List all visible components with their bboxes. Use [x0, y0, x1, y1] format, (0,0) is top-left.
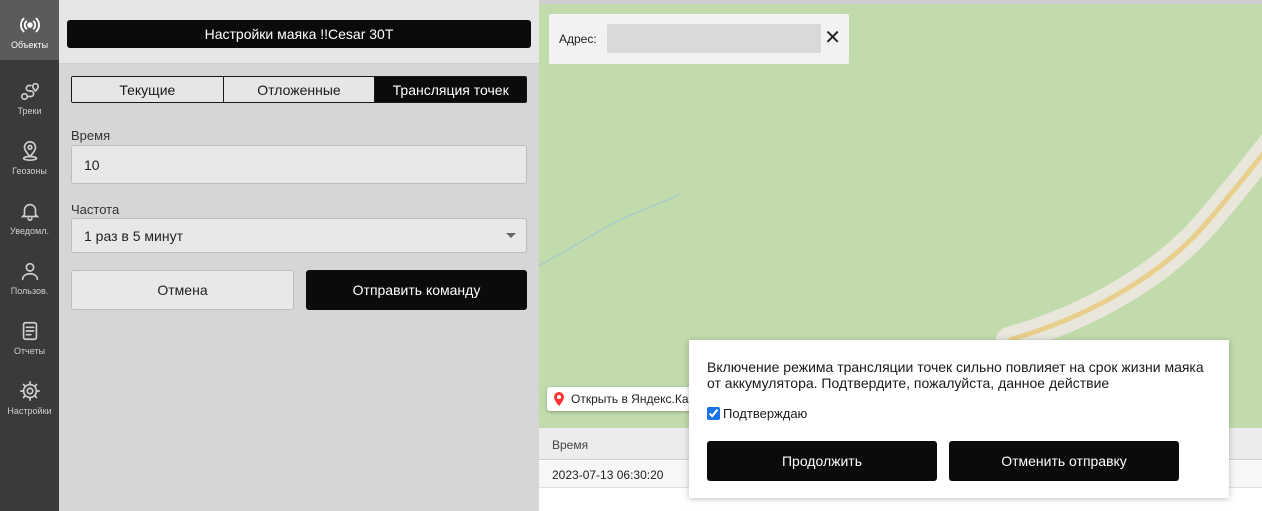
- sidebar: Объекты Треки Геозоны Уведомл. Пользов.: [0, 0, 59, 511]
- user-icon: [21, 262, 38, 281]
- tab-point-broadcast[interactable]: Трансляция точек: [375, 77, 526, 102]
- panel-title: Настройки маяка !!Cesar 30T: [67, 20, 531, 48]
- address-input[interactable]: [607, 24, 821, 53]
- time-label: Время: [71, 128, 111, 143]
- tab-deferred[interactable]: Отложенные: [223, 77, 376, 102]
- time-input[interactable]: 10: [71, 145, 527, 184]
- frequency-select[interactable]: 1 раз в 5 минут: [71, 218, 527, 253]
- sidebar-item-label: Треки: [17, 106, 42, 116]
- tab-current[interactable]: Текущие: [72, 77, 224, 102]
- geozone-pin-icon: [22, 141, 37, 161]
- sidebar-item-settings[interactable]: Настройки: [0, 366, 59, 426]
- sidebar-item-tracks[interactable]: Треки: [0, 66, 59, 126]
- sidebar-item-label: Геозоны: [12, 166, 47, 176]
- sidebar-item-geozones[interactable]: Геозоны: [0, 126, 59, 186]
- column-header-time: Время: [552, 438, 589, 452]
- confirmation-dialog: Включение режима трансляции точек сильно…: [689, 340, 1229, 498]
- bell-icon: [20, 203, 39, 221]
- mode-tabs: Текущие Отложенные Трансляция точек: [71, 76, 527, 103]
- frequency-label: Частота: [71, 202, 120, 217]
- frequency-value: 1 раз в 5 минут: [84, 227, 183, 244]
- table-cell-time: 2023-07-13 06:30:20: [552, 468, 664, 482]
- document-icon: [22, 321, 37, 341]
- cancel-button[interactable]: Отмена: [71, 270, 294, 310]
- sidebar-item-objects[interactable]: Объекты: [0, 0, 59, 60]
- sidebar-item-label: Настройки: [7, 406, 52, 416]
- sidebar-item-label: Пользов.: [10, 286, 49, 296]
- close-icon[interactable]: ✕: [824, 26, 841, 50]
- abort-sending-button[interactable]: Отменить отправку: [949, 441, 1179, 481]
- dialog-message: Включение режима трансляции точек сильно…: [707, 359, 1204, 391]
- continue-button[interactable]: Продолжить: [707, 441, 937, 481]
- address-search-box: Адрес: ✕: [549, 14, 849, 64]
- beacon-settings-panel: Настройки маяка !!Cesar 30T Текущие Отло…: [59, 0, 539, 511]
- sidebar-item-notifications[interactable]: Уведомл.: [0, 186, 59, 246]
- sidebar-item-reports[interactable]: Отчеты: [0, 306, 59, 366]
- route-icon: [20, 82, 39, 101]
- send-command-button[interactable]: Отправить команду: [306, 270, 527, 310]
- sidebar-item-label: Уведомл.: [10, 226, 49, 236]
- address-label: Адрес:: [559, 32, 597, 46]
- confirm-checkbox[interactable]: [707, 407, 720, 420]
- time-value: 10: [84, 156, 100, 173]
- panel-header: Настройки маяка !!Cesar 30T: [59, 0, 539, 64]
- sidebar-item-label: Отчеты: [13, 346, 46, 356]
- map-pin-icon: [554, 392, 564, 406]
- sidebar-item-users[interactable]: Пользов.: [0, 246, 59, 306]
- confirm-checkbox-row[interactable]: Подтверждаю: [707, 406, 807, 421]
- broadcast-icon: [19, 17, 40, 33]
- confirm-label: Подтверждаю: [723, 406, 808, 421]
- gear-icon: [19, 381, 40, 401]
- sidebar-item-label: Объекты: [10, 40, 49, 50]
- chevron-down-icon: [506, 233, 516, 238]
